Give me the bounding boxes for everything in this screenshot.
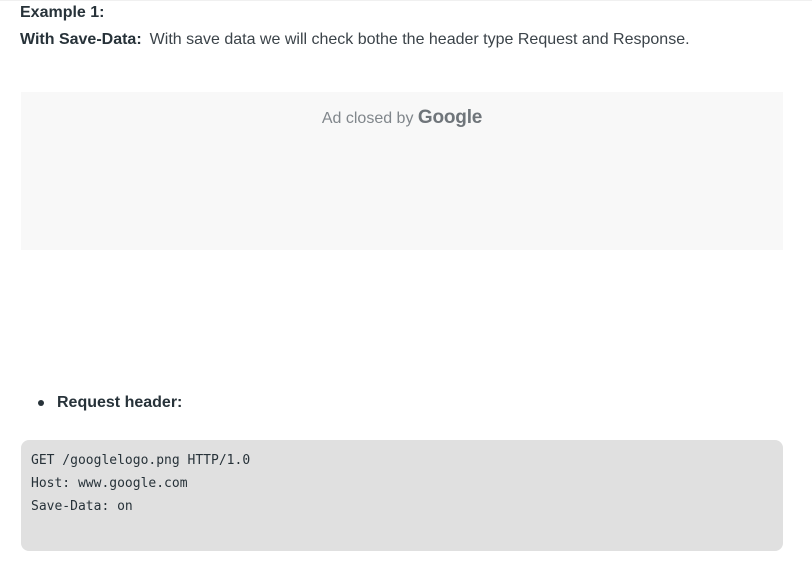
code-line: Save-Data: on (31, 499, 133, 514)
bullet-icon (38, 400, 44, 406)
ad-closed-label: Ad closed by (321, 110, 418, 127)
google-logo-text: Google (417, 107, 483, 128)
example-label: With Save-Data: (20, 31, 142, 48)
closed-ad-container: Ad closed by Google (21, 92, 783, 250)
request-header-label: Request header: (57, 394, 183, 411)
example-title: Example 1: (20, 4, 105, 21)
divider (0, 0, 812, 1)
list-item-request-header: Request header: (38, 394, 182, 412)
article-content: Example 1: With Save-Data: With save data… (0, 0, 812, 561)
code-block[interactable]: GET /googlelogo.png HTTP/1.0 Host: www.g… (21, 440, 783, 551)
code-line: Host: www.google.com (31, 476, 188, 491)
example-text: With save data we will check bothe the h… (149, 31, 690, 48)
code-line: GET /googlelogo.png HTTP/1.0 (31, 453, 251, 468)
ad-closed-notice: Ad closed by Google (21, 106, 783, 131)
example-description: With Save-Data: With save data we will ch… (20, 31, 690, 49)
